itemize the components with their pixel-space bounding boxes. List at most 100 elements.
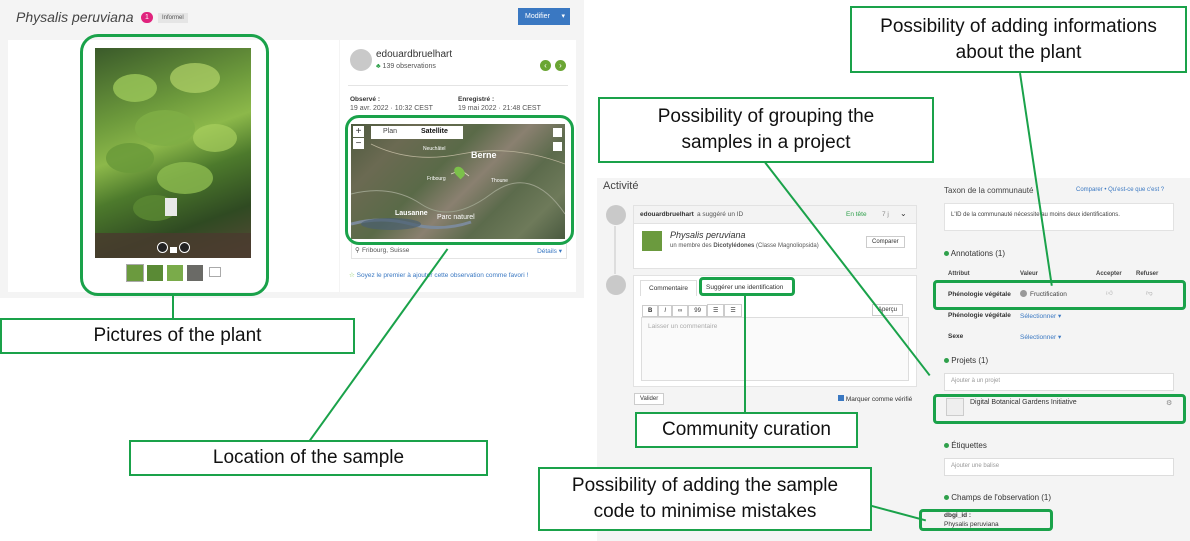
- user-name[interactable]: edouardbruelhart: [376, 49, 452, 60]
- italic-button[interactable]: I: [658, 305, 673, 317]
- annotation-attribute: Phénologie végétale: [948, 312, 1011, 319]
- col-refuse: Refuser: [1136, 271, 1159, 277]
- location-text: Fribourg, Suisse: [362, 247, 410, 254]
- annotation-select[interactable]: Sélectionner ▾: [1020, 312, 1061, 320]
- connector-pictures: [172, 296, 174, 319]
- pin-icon: ⚲: [355, 247, 360, 254]
- link-icon[interactable]: ∞: [672, 305, 689, 317]
- callout-project-line2: samples in a project: [681, 132, 851, 153]
- id-count-badge: 1: [141, 12, 153, 23]
- community-taxon-title: Taxon de la communauté: [944, 186, 1034, 195]
- recorded-date: 19 mai 2022 · 21:48 CEST: [458, 105, 541, 112]
- observation-fields-title: Champs de l'observation (1): [951, 493, 1052, 502]
- separator-dot: •: [1104, 187, 1107, 193]
- callout-project: Possibility of grouping the samples in a…: [598, 97, 934, 163]
- callout-code-line2: code to minimise mistakes: [593, 501, 817, 522]
- divider: [348, 85, 568, 86]
- annotation-attribute: Sexe: [948, 333, 964, 340]
- col-value: Valeur: [1020, 271, 1039, 277]
- observation-count-label: 139 observations: [382, 63, 436, 70]
- prev-arrow-button[interactable]: ‹: [540, 60, 551, 71]
- annotations-heading[interactable]: Annotations (1): [944, 249, 1005, 258]
- projects-heading[interactable]: Projets (1): [944, 356, 988, 365]
- avatar[interactable]: [606, 275, 626, 295]
- highlight-annotation: [933, 280, 1186, 310]
- species-title: Physalis peruviana: [16, 9, 134, 25]
- checkbox-checked-icon[interactable]: [838, 395, 844, 401]
- validate-button[interactable]: Valider: [634, 393, 665, 405]
- identifier-name[interactable]: edouardbruelhart: [640, 211, 694, 218]
- add-project-input[interactable]: Ajouter à un projet: [944, 373, 1174, 391]
- community-links: Comparer • Qu'est-ce que c'est ?: [1076, 187, 1164, 193]
- check-circle-icon: [944, 443, 949, 448]
- add-project-placeholder: Ajouter à un projet: [951, 378, 1001, 384]
- compare-link[interactable]: Comparer: [1076, 187, 1103, 193]
- tags-heading[interactable]: Étiquettes: [944, 441, 987, 450]
- taxon-thumbnail[interactable]: [642, 231, 662, 251]
- observed-label: Observé :: [350, 96, 380, 103]
- identification-card: edouardbruelhart a suggéré un ID En tête…: [633, 205, 917, 269]
- modify-label: Modifier: [525, 13, 550, 20]
- observation-count[interactable]: ♣ 139 observations: [376, 63, 436, 70]
- bold-button[interactable]: B: [642, 305, 659, 317]
- taxon-desc-prefix: un membre des: [670, 243, 714, 249]
- add-tag-placeholder: Ajouter une balise: [951, 463, 1000, 469]
- callout-location: Location of the sample: [129, 440, 488, 476]
- compare-button[interactable]: Comparer: [866, 236, 905, 248]
- callout-community: Community curation: [635, 412, 858, 448]
- callout-pictures: Pictures of the plant: [0, 318, 355, 354]
- taxon-name[interactable]: Physalis peruviana: [670, 230, 746, 240]
- highlight-suggest-tab: [699, 277, 795, 296]
- callout-code-line1: Possibility of adding the sample: [571, 475, 839, 496]
- avatar[interactable]: [350, 49, 372, 71]
- highlight-map: [345, 115, 574, 245]
- details-link[interactable]: Détails ▾: [537, 247, 562, 255]
- taxon-desc-group[interactable]: Dicotylédones: [713, 243, 754, 249]
- location-line: ⚲ Fribourg, Suisse Détails ▾: [351, 243, 567, 259]
- add-tag-input[interactable]: Ajouter une balise: [944, 458, 1174, 476]
- avatar[interactable]: [606, 205, 626, 225]
- next-arrow-button[interactable]: ›: [555, 60, 566, 71]
- annotations-title: Annotations (1): [950, 249, 1006, 258]
- leading-status: En tête: [846, 211, 867, 218]
- community-message-box: L'ID de la communauté nécessite au moins…: [944, 203, 1174, 231]
- identifier-action: a suggéré un ID: [697, 211, 744, 218]
- what-is-this-link[interactable]: Qu'est-ce que c'est ?: [1108, 187, 1164, 193]
- list-icon[interactable]: ☰: [706, 304, 725, 317]
- modify-button[interactable]: Modifier ▾: [518, 8, 570, 25]
- comment-textarea[interactable]: Laisser un commentaire: [641, 317, 909, 381]
- observed-date: 19 avr. 2022 · 10:32 CEST: [350, 105, 433, 112]
- community-message: L'ID de la communauté nécessite au moins…: [951, 212, 1120, 218]
- quality-grade-tag: Informel: [158, 13, 188, 23]
- leaf-icon: ♣: [376, 63, 381, 70]
- timeline-line: [614, 226, 616, 274]
- format-toolbar: B I ∞ 99 ☰ ☰: [642, 304, 742, 317]
- star-icon: ☆: [349, 272, 355, 279]
- callout-code: Possibility of adding the sample code to…: [538, 467, 872, 531]
- highlight-project: [933, 394, 1186, 424]
- observation-fields-heading[interactable]: Champs de l'observation (1): [944, 493, 1051, 502]
- projects-title: Projets (1): [951, 356, 989, 365]
- connector-community: [744, 296, 746, 414]
- numbered-list-icon[interactable]: ☰: [724, 304, 742, 317]
- favorite-text: Soyez le premier à ajouter cette observa…: [356, 272, 529, 279]
- quote-icon[interactable]: 99: [688, 305, 707, 317]
- annotation-select[interactable]: Sélectionner ▾: [1020, 333, 1061, 341]
- comment-placeholder: Laisser un commentaire: [648, 323, 718, 330]
- callout-location-text: Location of the sample: [212, 447, 405, 468]
- mark-verified[interactable]: Marquer comme vérifié: [838, 395, 912, 403]
- activity-title: Activité: [603, 180, 639, 192]
- favorite-line[interactable]: ☆ Soyez le premier à ajouter cette obser…: [349, 271, 528, 279]
- taxon-desc-class: (Classe Magnoliopsida): [754, 243, 819, 249]
- tags-title: Étiquettes: [951, 441, 987, 450]
- mark-verified-label: Marquer comme vérifié: [845, 396, 913, 403]
- tab-comment[interactable]: Commentaire: [640, 280, 698, 296]
- highlight-field: [919, 509, 1053, 531]
- chevron-down-icon[interactable]: ⌄: [900, 209, 907, 218]
- col-accept: Accepter: [1096, 271, 1122, 277]
- caret-down-icon: ▾: [561, 13, 565, 20]
- identification-age: 7 j: [882, 211, 889, 218]
- col-attribute: Attribut: [948, 271, 970, 277]
- check-circle-icon: [944, 495, 949, 500]
- identification-header: edouardbruelhart a suggéré un ID En tête…: [634, 206, 916, 224]
